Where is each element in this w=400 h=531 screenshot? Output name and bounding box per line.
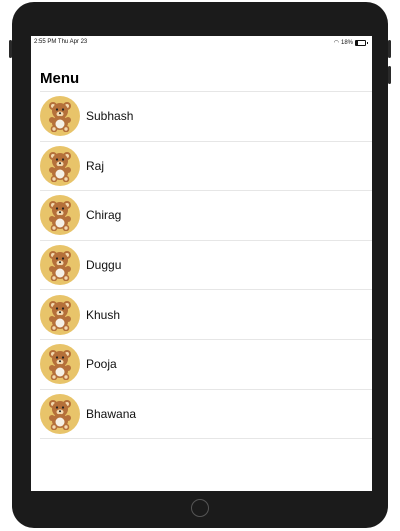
list-item-label: Raj	[86, 158, 105, 173]
list-item-label: Pooja	[86, 357, 117, 372]
list-item[interactable]: Chirag	[40, 190, 372, 240]
battery-icon	[355, 39, 366, 46]
teddy-bear-icon	[40, 393, 80, 434]
teddy-bear-icon	[40, 344, 80, 385]
list-item-label: Khush	[86, 307, 121, 322]
wifi-icon: ◠	[333, 40, 339, 46]
page-title: Menu	[40, 70, 80, 87]
list-item[interactable]: Duggu	[40, 239, 372, 290]
teddy-bear-icon	[40, 245, 80, 286]
battery-level	[356, 40, 358, 45]
volume-up-button	[388, 40, 391, 58]
teddy-bear-icon	[40, 195, 80, 236]
home-button[interactable]	[191, 499, 209, 517]
list-divider	[40, 438, 372, 440]
list-item[interactable]: Bhawana	[40, 388, 372, 439]
list-item[interactable]: Subhash	[40, 91, 372, 141]
status-indicators: ◠ 18%	[334, 39, 368, 46]
menu-list: Subhash Raj Chirag Duggu Khush Pooja Bha…	[40, 91, 372, 440]
list-item-label: Chirag	[86, 208, 122, 223]
list-item-label: Bhawana	[86, 406, 137, 421]
volume-down-button	[388, 66, 391, 84]
list-item[interactable]: Khush	[40, 289, 372, 339]
status-bar: 2:55 PM Thu Apr 23 ◠ 18%	[31, 36, 372, 48]
teddy-bear-icon	[40, 294, 80, 335]
teddy-bear-icon	[40, 145, 80, 186]
list-item[interactable]: Pooja	[40, 338, 372, 389]
battery-percent: 18%	[340, 39, 353, 46]
screen: 2:55 PM Thu Apr 23 ◠ 18% Menu Subhash Ra…	[31, 36, 372, 491]
list-item-label: Subhash	[86, 109, 134, 124]
status-time: 2:55 PM Thu Apr 23	[34, 39, 88, 45]
list-item-label: Duggu	[86, 258, 122, 273]
mute-switch	[9, 40, 12, 58]
list-item[interactable]: Raj	[40, 140, 372, 191]
battery-tip	[367, 41, 368, 44]
teddy-bear-icon	[40, 96, 80, 137]
